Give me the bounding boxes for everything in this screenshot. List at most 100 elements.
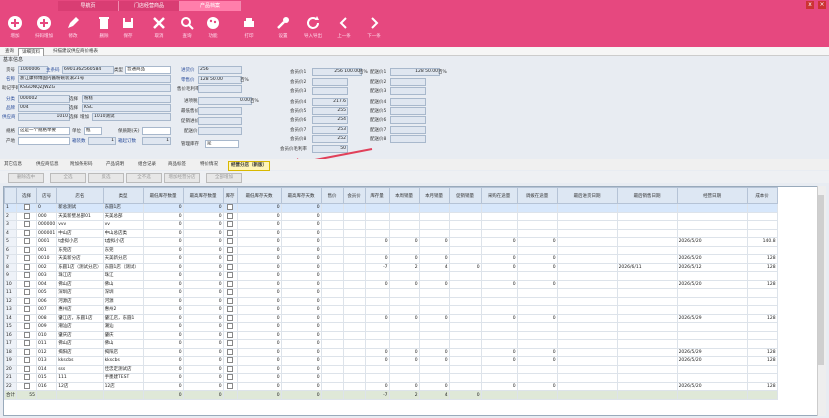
row-checkbox[interactable] — [23, 306, 30, 312]
name-label[interactable]: 名称 — [6, 76, 15, 82]
brand-field[interactable]: 004 — [18, 104, 70, 112]
row-checkbox[interactable] — [23, 246, 30, 253]
row-checkbox-cell[interactable] — [16, 245, 37, 255]
stock-flag-checkbox[interactable] — [227, 221, 234, 227]
stock-flag-checkbox[interactable] — [227, 357, 234, 363]
stock-flag-checkbox[interactable] — [227, 238, 234, 244]
section-tab-0[interactable]: 其它信息 — [2, 161, 24, 169]
table-row[interactable]: 1 0 新总测试 东圆1店 0 0 0 0 — [4, 203, 778, 213]
delivery-price-7-field[interactable] — [390, 126, 426, 134]
row-checkbox-cell[interactable] — [16, 330, 37, 340]
table-row[interactable]: 14 008 肇江店，东圆1店 肇江店，东圆1 0 0 0 0 0 0 0 0 0 2026/5/29 12… — [4, 313, 778, 323]
delivery-price-5-field[interactable] — [390, 107, 426, 115]
column-header[interactable]: 库存量 — [364, 187, 390, 204]
class-label[interactable]: 分类 — [6, 96, 15, 102]
row-checkbox[interactable] — [23, 204, 30, 210]
section-tab-2[interactable]: 附加条形码 — [68, 161, 95, 169]
tab-product-archive[interactable]: 产品档案 — [180, 1, 241, 11]
row-checkbox[interactable] — [23, 357, 30, 363]
table-row[interactable]: 22 016 12店 12店 0 0 0 0 0 0 0 0 0 2026/5/20 128 — [4, 381, 778, 391]
stock-flag-checkbox[interactable] — [227, 263, 234, 270]
delivery-price-4-field[interactable] — [390, 98, 426, 106]
stock-flag-checkbox[interactable] — [227, 340, 234, 346]
stock-flag-checkbox[interactable] — [227, 297, 234, 304]
column-header[interactable]: 成本价 — [746, 187, 778, 204]
stock-flag-checkbox[interactable] — [227, 314, 234, 321]
table-row[interactable]: 21 015 111 手墨建TEST 0 0 0 0 — [4, 373, 778, 383]
pack-label[interactable]: 箱装数 — [72, 138, 86, 144]
toolbar-button-0[interactable]: 增加 — [0, 11, 30, 47]
brand-label[interactable]: 品牌 — [6, 105, 15, 111]
row-checkbox[interactable] — [23, 221, 30, 227]
table-row[interactable]: 7 0010 天美新分店 天美新分店 0 0 0 0 0 0 0 0 0 2026/5/20 128 — [4, 254, 778, 264]
manage-stock-select[interactable]: 是 — [205, 140, 239, 148]
row-checkbox-cell[interactable] — [16, 203, 37, 213]
row-checkbox[interactable] — [23, 289, 30, 295]
toolbar-button-2[interactable]: 修改 — [58, 11, 88, 47]
help-code-field[interactable]: KSGDNQZJWZG — [18, 84, 171, 92]
delivery-price-6-field[interactable] — [390, 116, 426, 124]
row-checkbox[interactable] — [23, 263, 30, 270]
row-checkbox[interactable] — [23, 212, 30, 219]
table-row[interactable]: 15 009 潮汕店 潮汕 0 0 0 0 — [4, 322, 778, 332]
row-checkbox-cell[interactable] — [16, 262, 37, 272]
subtab-detail[interactable]: 详细资料 — [18, 48, 44, 56]
subtab-query[interactable]: 查询 — [2, 48, 17, 55]
row-checkbox[interactable] — [23, 238, 30, 244]
stock-flag-checkbox[interactable] — [227, 204, 234, 210]
stock-flag-checkbox[interactable] — [227, 374, 234, 380]
stock-flag-checkbox[interactable] — [227, 255, 234, 261]
stock-flag-checkbox[interactable] — [227, 280, 234, 287]
column-header[interactable]: 会员价 — [342, 187, 366, 204]
member-price-2-field[interactable] — [312, 78, 348, 86]
shelf-qty-label[interactable]: 箱起订数 — [118, 138, 136, 144]
row-checkbox-cell[interactable] — [16, 271, 37, 281]
supplier-field[interactable]: 1010 — [18, 113, 70, 121]
table-row[interactable]: 20 014 sss 佳忠定测试店 0 0 0 0 — [4, 364, 778, 374]
section-tab-3[interactable]: 产品说明 — [104, 161, 126, 169]
row-checkbox-cell[interactable] — [16, 339, 37, 349]
row-checkbox[interactable] — [23, 323, 30, 329]
member-price-5-field[interactable]: 255 — [312, 107, 348, 115]
table-row[interactable]: 6 001 东莞店 东莞 0 0 0 0 — [4, 245, 778, 255]
row-checkbox[interactable] — [23, 382, 30, 389]
row-checkbox[interactable] — [23, 280, 30, 287]
section-tab-7[interactable]: 经营分店（新版） — [228, 161, 270, 171]
row-checkbox-cell[interactable] — [16, 364, 37, 374]
shelf-qty-field[interactable]: 1 — [142, 137, 171, 145]
toolbar-button-1[interactable]: 扫码增加 — [29, 11, 59, 47]
column-header[interactable]: 促销销量 — [448, 187, 482, 204]
stock-flag-checkbox[interactable] — [227, 306, 234, 312]
row-checkbox-cell[interactable] — [16, 254, 37, 264]
column-header[interactable]: 选择 — [16, 187, 37, 204]
class-name-field[interactable]: 粉糕 — [82, 95, 171, 103]
subtab-supplier-price[interactable]: 扫描建议供应商价格表 — [50, 48, 101, 55]
table-row[interactable]: 10 004 佛山店 佛山 0 0 0 0 0 0 0 0 0 2026/5/20 128 — [4, 279, 778, 289]
row-checkbox-cell[interactable] — [16, 279, 37, 289]
stock-flag-checkbox[interactable] — [227, 365, 234, 372]
row-checkbox[interactable] — [23, 272, 30, 278]
stock-flag-checkbox[interactable] — [227, 212, 234, 219]
input-tax-field[interactable]: 0.00 — [198, 97, 252, 105]
section-tab-1[interactable]: 供应商信息 — [34, 161, 61, 169]
member-price-4-field[interactable]: 217.6 — [312, 98, 348, 106]
table-row[interactable]: 9 003 珠江店 珠江 0 0 0 0 — [4, 271, 778, 281]
supplier-name-field[interactable]: 1010测试 — [92, 113, 171, 121]
row-checkbox-cell[interactable] — [16, 288, 37, 298]
table-row[interactable]: 5 0001 t虚拟小店 t虚拟小店 0 0 0 0 0 0 0 0 0 2026/5/20 140.8 — [4, 237, 778, 247]
row-checkbox-cell[interactable] — [16, 305, 37, 315]
row-checkbox-cell[interactable] — [16, 356, 37, 366]
pack-field[interactable]: 1 — [88, 137, 116, 145]
supplier-add-label[interactable]: 增加 — [80, 114, 89, 120]
tab-store-goods[interactable]: 门店经营商品 — [119, 1, 180, 11]
toolbar-button-7[interactable]: 功能 — [198, 11, 228, 47]
action-button-0[interactable]: 删除选中 — [8, 173, 44, 183]
stock-flag-checkbox[interactable] — [227, 229, 234, 236]
column-header[interactable]: 店名 — [56, 187, 104, 204]
delivery-price-8-field[interactable] — [390, 135, 426, 143]
member-price-6-field[interactable]: 254 — [312, 116, 348, 124]
name-field[interactable]: 浙江康师傅国内酱粉碗装滚21号 — [18, 75, 171, 83]
action-button-5[interactable]: 全部增加 — [206, 173, 242, 183]
toolbar-button-4[interactable]: 保存 — [113, 11, 143, 47]
section-tab-6[interactable]: 特价情况 — [198, 161, 220, 169]
